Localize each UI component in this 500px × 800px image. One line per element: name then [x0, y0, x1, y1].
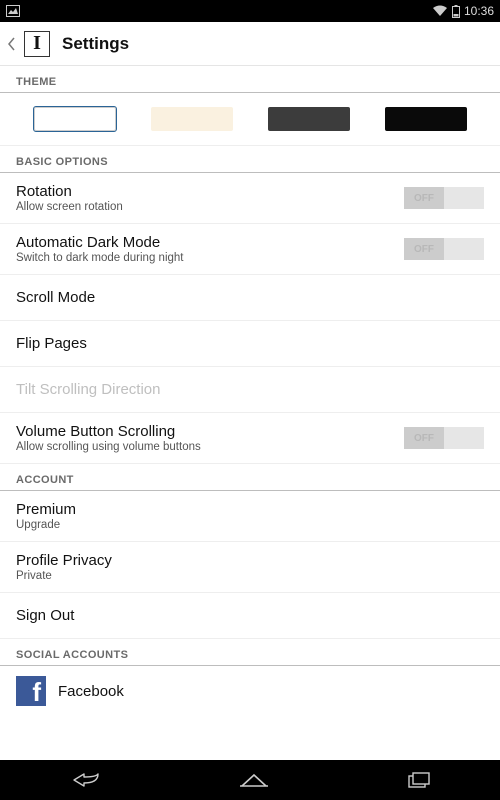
toggle-knob: OFF: [404, 187, 444, 209]
row-title: Tilt Scrolling Direction: [16, 381, 161, 398]
theme-swatch-dark[interactable]: [268, 107, 350, 131]
settings-content: THEME BASIC OPTIONS Rotation Allow scree…: [0, 66, 500, 760]
toggle-knob: OFF: [404, 238, 444, 260]
wifi-icon: [432, 5, 448, 17]
app-logo: I: [24, 31, 50, 57]
theme-swatch-sepia[interactable]: [151, 107, 233, 131]
row-auto-dark-mode[interactable]: Automatic Dark Mode Switch to dark mode …: [0, 224, 500, 275]
row-subtitle: Allow screen rotation: [16, 201, 123, 213]
row-title: Automatic Dark Mode: [16, 234, 183, 251]
row-title: Premium: [16, 501, 76, 518]
theme-swatch-black[interactable]: [385, 107, 467, 131]
section-header-account: ACCOUNT: [0, 464, 500, 491]
row-title: Sign Out: [16, 607, 74, 624]
status-bar: 10:36: [0, 0, 500, 22]
row-title: Profile Privacy: [16, 552, 112, 569]
toggle-knob: OFF: [404, 427, 444, 449]
row-sign-out[interactable]: Sign Out: [0, 593, 500, 639]
row-subtitle: Switch to dark mode during night: [16, 252, 183, 264]
theme-swatch-row: [0, 93, 500, 146]
nav-home-button[interactable]: [239, 771, 269, 789]
row-volume-scrolling[interactable]: Volume Button Scrolling Allow scrolling …: [0, 413, 500, 464]
toggle-volume-scrolling[interactable]: OFF: [404, 427, 484, 449]
action-bar: I Settings: [0, 22, 500, 66]
section-header-theme: THEME: [0, 66, 500, 93]
android-nav-bar: [0, 760, 500, 800]
nav-recent-button[interactable]: [406, 771, 432, 789]
row-subtitle: Upgrade: [16, 519, 76, 531]
page-title: Settings: [62, 34, 129, 54]
section-header-social: SOCIAL ACCOUNTS: [0, 639, 500, 666]
theme-swatch-white[interactable]: [34, 107, 116, 131]
social-label: Facebook: [58, 683, 124, 700]
row-title: Flip Pages: [16, 335, 87, 352]
section-header-basic: BASIC OPTIONS: [0, 146, 500, 173]
row-title: Volume Button Scrolling: [16, 423, 201, 440]
facebook-icon: [16, 676, 46, 706]
row-facebook[interactable]: Facebook: [0, 666, 500, 716]
row-profile-privacy[interactable]: Profile Privacy Private: [0, 542, 500, 593]
back-button[interactable]: [6, 36, 18, 52]
row-scroll-mode[interactable]: Scroll Mode: [0, 275, 500, 321]
row-flip-pages[interactable]: Flip Pages: [0, 321, 500, 367]
row-subtitle: Allow scrolling using volume buttons: [16, 441, 201, 453]
row-rotation[interactable]: Rotation Allow screen rotation OFF: [0, 173, 500, 224]
battery-icon: [452, 5, 460, 18]
row-subtitle: Private: [16, 570, 112, 582]
toggle-dark-mode[interactable]: OFF: [404, 238, 484, 260]
toggle-rotation[interactable]: OFF: [404, 187, 484, 209]
status-time: 10:36: [464, 4, 494, 18]
row-title: Scroll Mode: [16, 289, 95, 306]
row-premium[interactable]: Premium Upgrade: [0, 491, 500, 542]
nav-back-button[interactable]: [68, 771, 102, 789]
gallery-icon: [6, 5, 20, 17]
row-title: Rotation: [16, 183, 123, 200]
row-tilt-scrolling: Tilt Scrolling Direction: [0, 367, 500, 413]
